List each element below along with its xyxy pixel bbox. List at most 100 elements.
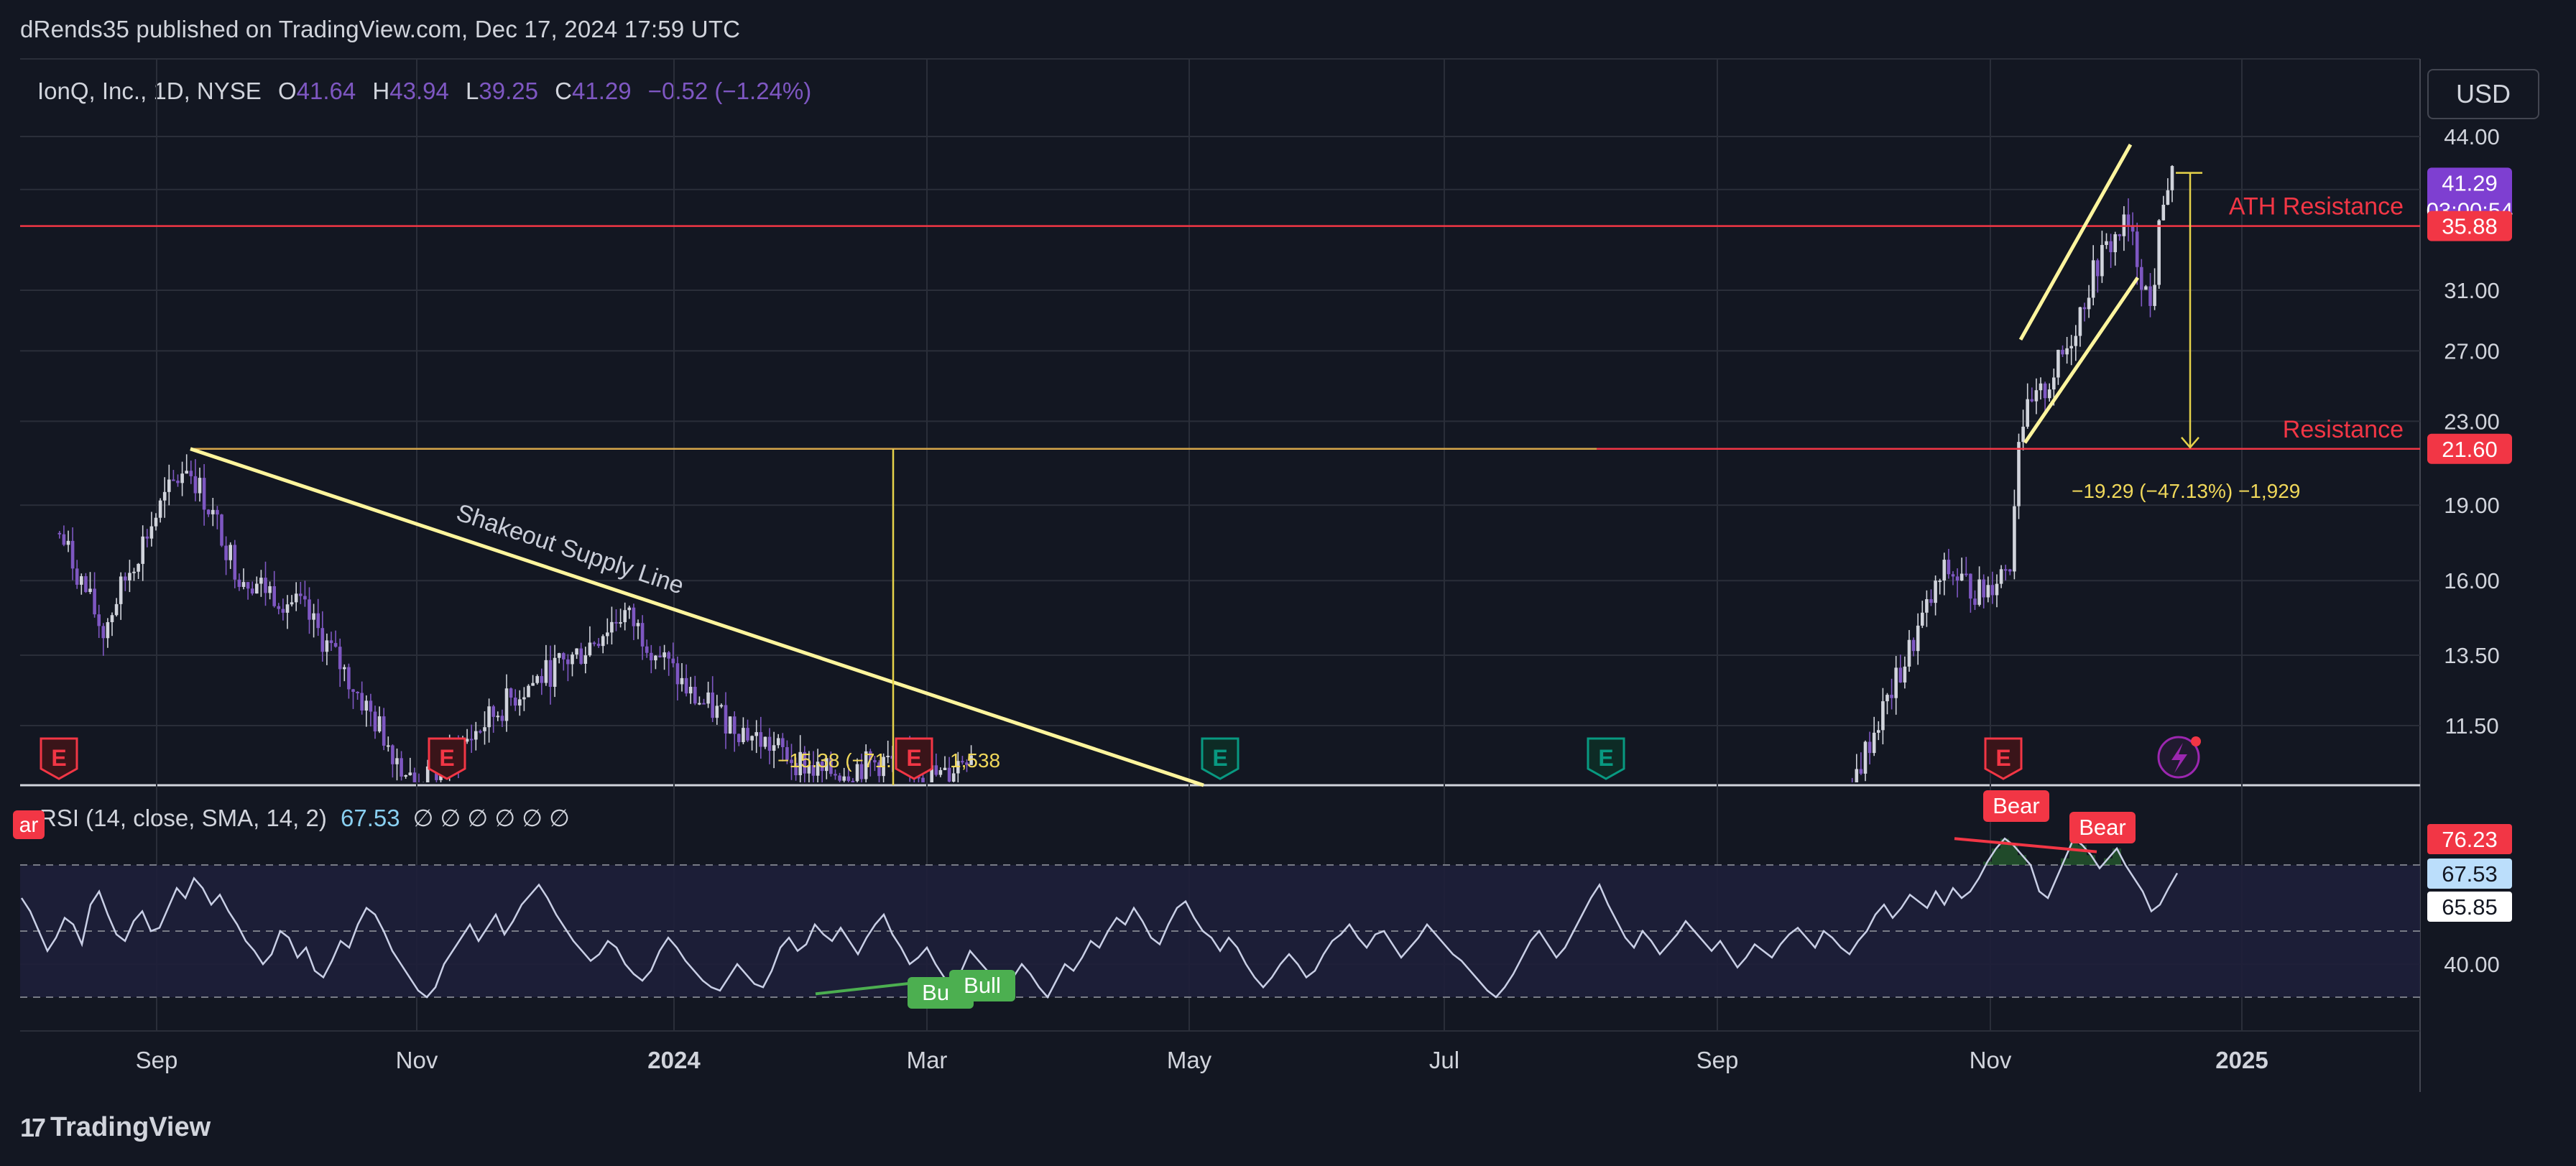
- candle-body: [268, 586, 272, 593]
- candle-body: [338, 647, 342, 670]
- y-tick-label: 23.00: [2444, 409, 2500, 434]
- y-tick-label: 19.00: [2444, 493, 2500, 518]
- legend-o-value: 41.64: [297, 78, 356, 104]
- x-tick-label: Jul: [1429, 1047, 1459, 1073]
- earnings-icon: E: [1984, 737, 2023, 780]
- bear-signal-2: Bear: [2069, 812, 2136, 843]
- candle-body: [663, 652, 666, 657]
- candle-body: [1959, 573, 1964, 581]
- candle-body: [132, 571, 136, 573]
- candle-body: [382, 716, 386, 746]
- candle-body: [224, 545, 228, 560]
- candle-body: [2113, 234, 2117, 253]
- shakeout-supply-trendline: [190, 447, 1204, 787]
- candle-body: [1969, 573, 1972, 599]
- candle-body: [106, 622, 110, 639]
- candle-body: [299, 593, 303, 596]
- candle-body: [636, 623, 640, 626]
- x-tick-label: Sep: [136, 1047, 178, 1073]
- candle-body: [1898, 667, 1903, 683]
- candle-body: [535, 676, 539, 683]
- candle-body: [391, 745, 394, 764]
- candle-body: [640, 623, 645, 647]
- candle-body: [1868, 741, 1872, 754]
- candle-body: [149, 526, 154, 539]
- legend-h-label: H: [372, 78, 389, 104]
- last-price-tag-text: 41.29: [2442, 170, 2498, 195]
- bear-signal-2-text: Bear: [2079, 815, 2125, 840]
- candle-body: [2153, 284, 2156, 306]
- candle-body: [281, 609, 285, 613]
- candle-body: [294, 593, 298, 603]
- candle-body: [627, 607, 632, 611]
- rsi-pane-tag-text: ar: [19, 813, 39, 837]
- candle-body: [2021, 426, 2025, 443]
- candle-body: [2065, 348, 2069, 355]
- candle-body: [509, 688, 513, 698]
- candle-body: [1938, 580, 1942, 583]
- candle-body: [2069, 346, 2073, 348]
- earnings-icon-letter: E: [1212, 745, 1227, 771]
- candle-body: [290, 602, 294, 605]
- y-tick-label: 31.00: [2444, 278, 2500, 303]
- candle-body: [951, 773, 956, 782]
- candle-body: [272, 586, 276, 606]
- candle-body: [746, 728, 749, 741]
- candle-body: [202, 478, 206, 510]
- candle-body: [2082, 307, 2087, 310]
- rsi-pane-tag: ar: [13, 810, 45, 839]
- rsi-title: RSI (14, close, SMA, 14, 2): [40, 805, 327, 831]
- candle-body: [387, 745, 390, 747]
- candle-body: [2157, 220, 2161, 285]
- candle-body: [1916, 625, 1920, 652]
- candle-body: [360, 693, 364, 711]
- legend-l-value: 39.25: [479, 78, 538, 104]
- rsi-legend: RSI (14, close, SMA, 14, 2) 67.53 ∅ ∅ ∅ ∅…: [40, 805, 570, 831]
- candle-body: [531, 683, 535, 686]
- candle-body: [566, 659, 570, 665]
- candle-body: [702, 703, 706, 705]
- candle-body: [1925, 599, 1929, 613]
- candle-body: [316, 613, 320, 629]
- candle-body: [303, 596, 307, 600]
- rsi-value-tag: 65.85: [2427, 892, 2512, 922]
- candle-body: [180, 473, 184, 483]
- candle-body: [285, 604, 290, 613]
- candle-body: [1955, 576, 1959, 581]
- candle-body: [2144, 286, 2148, 290]
- candle-body: [2100, 244, 2104, 277]
- x-tick-label: Mar: [907, 1047, 948, 1073]
- candle-body: [483, 727, 486, 731]
- candle-body: [128, 573, 131, 580]
- tradingview-logo[interactable]: 17 TradingView: [20, 1112, 211, 1143]
- candle-body: [487, 706, 491, 728]
- candle-body: [544, 660, 548, 683]
- candle-body: [540, 676, 544, 683]
- candle-body: [2013, 506, 2016, 572]
- candle-body: [711, 692, 714, 718]
- rsi-value: 67.53: [334, 805, 400, 831]
- candle-body: [80, 576, 83, 585]
- candle-body: [2078, 307, 2082, 336]
- candle-body: [632, 607, 636, 626]
- candle-body: [259, 578, 263, 584]
- candle-body: [66, 540, 70, 545]
- candle-body: [842, 776, 846, 781]
- candle-body: [553, 657, 557, 687]
- candle-body: [693, 687, 697, 704]
- candle-body: [728, 716, 732, 734]
- candle-body: [2109, 241, 2113, 253]
- bull-signal-2: Bull: [949, 970, 1015, 1001]
- chart-canvas[interactable]: IonQ, Inc., 1D, NYSE O41.64 H43.94 L39.2…: [0, 0, 2576, 1166]
- candle-body: [1855, 769, 1859, 782]
- candle-body: [277, 606, 281, 609]
- candle-body: [220, 514, 223, 546]
- candle-body: [1977, 579, 1981, 605]
- candle-body: [211, 509, 215, 514]
- candle-body: [2161, 205, 2166, 221]
- candle-body: [772, 745, 776, 751]
- candle-body: [654, 655, 657, 661]
- candle-body: [356, 691, 359, 693]
- ath-resistance-label: ATH Resistance: [2229, 193, 2404, 221]
- x-tick-label: May: [1167, 1047, 1212, 1073]
